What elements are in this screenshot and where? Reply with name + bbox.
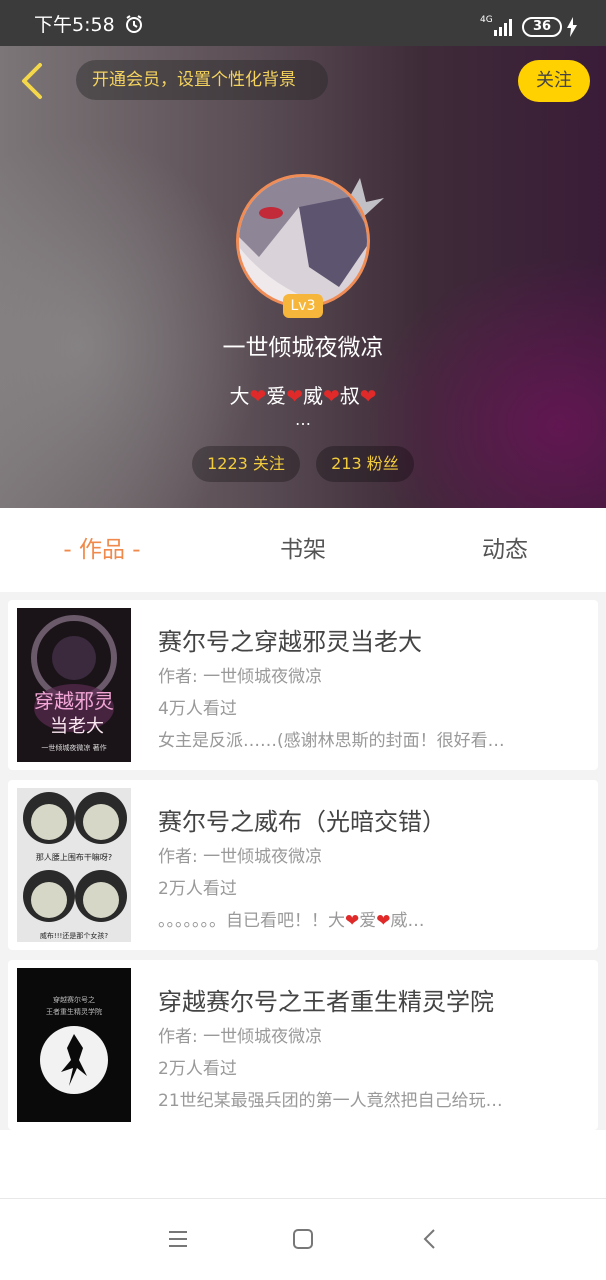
cover-line: 穿越赛尔号之 bbox=[53, 995, 95, 1004]
tab-activity[interactable]: 动态 bbox=[450, 508, 560, 592]
username: 一世倾城夜微凉 bbox=[222, 335, 384, 361]
desc-text: 。。。。。。。自已看吧！！大 bbox=[158, 911, 345, 931]
book-reads: 2万人看过 bbox=[158, 1059, 237, 1079]
tab-works[interactable]: - 作品 - bbox=[40, 508, 164, 592]
book-reads: 4万人看过 bbox=[158, 699, 237, 719]
charging-icon bbox=[567, 17, 577, 37]
cover-title: 穿越邪灵 bbox=[34, 689, 114, 713]
cover-subtitle: 当老大 bbox=[50, 716, 104, 737]
status-bar: 下午5:58 4G 36 bbox=[0, 0, 606, 46]
following-count[interactable]: 1223 关注 bbox=[192, 446, 300, 482]
menu-icon[interactable] bbox=[166, 1227, 190, 1251]
list-footer bbox=[0, 1130, 606, 1198]
battery-level: 36 bbox=[532, 19, 552, 34]
level-badge: Lv3 bbox=[283, 294, 323, 318]
user-bio: 大❤爱❤威❤叔❤ bbox=[0, 380, 606, 409]
battery-icon: 36 bbox=[522, 17, 562, 37]
book-cover: 穿越赛尔号之 王者重生精灵学院 bbox=[17, 968, 131, 1122]
cover-line: 王者重生精灵学院 bbox=[46, 1007, 102, 1016]
book-title: 赛尔号之穿越邪灵当老大 bbox=[158, 628, 422, 656]
heart-icon: ❤ bbox=[249, 384, 267, 408]
tab-bookshelf[interactable]: 书架 bbox=[248, 508, 358, 592]
system-nav-bar bbox=[0, 1198, 606, 1280]
list-item[interactable]: 穿越邪灵 当老大 一世倾城夜微凉 著作 赛尔号之穿越邪灵当老大 作者: 一世倾城… bbox=[8, 600, 598, 770]
book-author: 作者: 一世倾城夜微凉 bbox=[158, 667, 323, 687]
heart-icon: ❤ bbox=[323, 384, 340, 408]
bio-text: 叔 bbox=[339, 384, 360, 408]
heart-icon: ❤ bbox=[359, 384, 377, 408]
signal-icon bbox=[494, 19, 512, 36]
bio-more[interactable]: … bbox=[0, 410, 606, 429]
heart-icon: ❤ bbox=[376, 911, 391, 931]
back-button[interactable] bbox=[14, 60, 50, 102]
cover-caption: 威布!!!还是那个女孩? bbox=[40, 931, 108, 940]
cover-author: 一世倾城夜微凉 著作 bbox=[41, 743, 106, 752]
book-reads: 2万人看过 bbox=[158, 879, 237, 899]
book-cover: 那人腰上围布干嘛呀? 威布!!!还是那个女孩? bbox=[17, 788, 131, 942]
desc-text: 爱 bbox=[359, 911, 377, 931]
book-desc: 21世纪某最强兵团的第一人竟然把自己给玩… bbox=[158, 1091, 503, 1111]
book-desc: 。。。。。。。自已看吧！！大❤爱❤威… bbox=[158, 906, 568, 931]
avatar-image bbox=[239, 177, 367, 305]
book-title: 穿越赛尔号之王者重生精灵学院 bbox=[158, 988, 494, 1016]
profile-tabs: - 作品 - 书架 动态 bbox=[0, 508, 606, 592]
book-author: 作者: 一世倾城夜微凉 bbox=[158, 847, 323, 867]
book-cover: 穿越邪灵 当老大 一世倾城夜微凉 著作 bbox=[17, 608, 131, 762]
profile-header: 开通会员，设置个性化背景 关注 Lv3 一世倾城夜微凉 大❤爱❤威❤叔❤ … 1… bbox=[0, 46, 606, 508]
status-time: 下午5:58 bbox=[34, 14, 115, 36]
book-desc: 女主是反派……(感谢林思斯的封面！很好看… bbox=[158, 731, 505, 751]
list-item[interactable]: 穿越赛尔号之 王者重生精灵学院 穿越赛尔号之王者重生精灵学院 作者: 一世倾城夜… bbox=[8, 960, 598, 1130]
list-item[interactable]: 那人腰上围布干嘛呀? 威布!!!还是那个女孩? 赛尔号之威布（光暗交错） 作者:… bbox=[8, 780, 598, 950]
book-title: 赛尔号之威布（光暗交错） bbox=[158, 808, 446, 836]
follow-button[interactable]: 关注 bbox=[518, 60, 590, 102]
bio-text: 爱 bbox=[266, 384, 287, 408]
network-type: 4G bbox=[480, 15, 493, 25]
fans-count[interactable]: 213 粉丝 bbox=[316, 446, 414, 482]
bio-text: 威 bbox=[303, 384, 323, 408]
home-icon[interactable] bbox=[291, 1227, 315, 1251]
heart-icon: ❤ bbox=[345, 911, 360, 931]
heart-icon: ❤ bbox=[286, 384, 303, 408]
cover-caption: 那人腰上围布干嘛呀? bbox=[36, 852, 112, 862]
desc-text: 威… bbox=[390, 911, 425, 931]
alarm-icon bbox=[126, 15, 142, 33]
book-author: 作者: 一世倾城夜微凉 bbox=[158, 1027, 323, 1047]
back-icon[interactable] bbox=[418, 1227, 442, 1251]
avatar[interactable] bbox=[236, 174, 370, 308]
vip-background-prompt[interactable]: 开通会员，设置个性化背景 bbox=[76, 60, 328, 100]
bio-text: 大 bbox=[229, 384, 250, 408]
